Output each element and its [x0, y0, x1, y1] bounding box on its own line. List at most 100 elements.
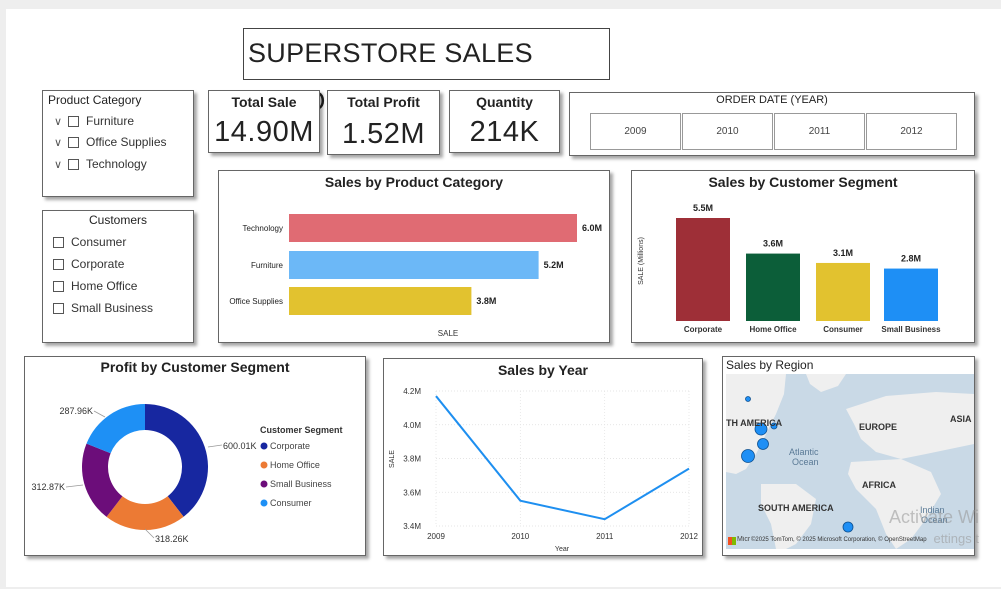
data-label: 3.1M [833, 248, 853, 258]
kpi-value: 14.90M [214, 116, 314, 148]
slicer-item-label: Consumer [71, 235, 127, 249]
greenland-landmass [806, 374, 846, 392]
data-label: 5.2M [544, 260, 564, 270]
slicer-item-office-supplies[interactable]: ∨ Office Supplies [54, 135, 167, 149]
region-bubble[interactable] [745, 396, 751, 402]
report-title: SUPERSTORE SALES REPORT [243, 28, 610, 116]
customers-slicer: Customers Consumer Corporate Home Office… [42, 210, 194, 343]
sales-line [435, 395, 690, 521]
y-axis-label: SALE [389, 450, 396, 468]
sales-by-customer-segment-chart: Sales by Customer Segment 5.5M Corporate 3… [631, 170, 975, 343]
leader-line [144, 528, 155, 539]
region-bubble[interactable] [842, 521, 854, 533]
data-label: 600.01K [223, 441, 257, 451]
africa-landmass [848, 459, 941, 549]
microsoft-logo-icon [728, 537, 736, 545]
chevron-down-icon[interactable]: ∨ [54, 136, 68, 149]
category-label: Consumer [823, 325, 863, 334]
legend-label: Corporate [270, 441, 310, 451]
map-label-atlantic: Atlantic [789, 447, 819, 457]
legend-marker-small-business [260, 480, 268, 488]
kpi-label: Total Profit [347, 94, 420, 110]
slicer-item-home-office[interactable]: Home Office [53, 279, 137, 293]
year-tile-2010[interactable]: 2010 [682, 113, 773, 150]
kpi-total-profit: Total Profit 1.52M [327, 90, 440, 155]
kpi-label: Total Sale [231, 94, 297, 110]
profit-by-customer-segment-chart: Profit by Customer Segment 600.01K 318.26… [24, 356, 366, 556]
activate-windows-watermark-line2: ettings t [933, 531, 979, 546]
checkbox[interactable] [53, 258, 64, 270]
donut-slice-corporate [145, 404, 208, 517]
sales-by-year-line-svg: 3.4M 3.6M 3.8M 4.0M 4.2M 2009 2010 2011 2012 Year… [389, 387, 698, 553]
slicer-item-label: Technology [86, 157, 147, 171]
year-tile-2009[interactable]: 2009 [590, 113, 681, 150]
kpi-value: 214K [469, 116, 540, 148]
checkbox[interactable] [53, 302, 64, 314]
map-attribution: ©2025 TomTom, © 2025 Microsoft Corporati… [751, 537, 927, 543]
legend-label: Consumer [270, 498, 312, 508]
year-tile-2011[interactable]: 2011 [774, 113, 865, 150]
slicer-item-label: Corporate [71, 257, 125, 271]
category-label: Home Office [749, 325, 797, 334]
y-tick-label: 3.4M [403, 522, 421, 531]
slicer-title: ORDER DATE (YEAR) [716, 94, 828, 106]
product-category-bar-svg: Technology 6.0M Furniture 5.2M Office Suppli… [229, 214, 602, 338]
data-label: 318.26K [155, 534, 189, 544]
checkbox[interactable] [68, 115, 79, 127]
kpi-quantity: Quantity 214K [449, 90, 560, 153]
slicer-item-label: Home Office [71, 279, 138, 293]
checkbox[interactable] [53, 280, 64, 292]
category-label: Corporate [684, 325, 723, 334]
data-label: 312.87K [31, 482, 65, 492]
slicer-item-label: Small Business [71, 301, 154, 315]
slicer-item-small-business[interactable]: Small Business [53, 301, 153, 315]
bar-furniture [289, 251, 539, 279]
sales-by-region-map: Sales by Region TH AMERICA EUROPE ASIA A… [722, 356, 979, 556]
x-tick-label: 2011 [596, 532, 614, 541]
bar-small-business [884, 268, 938, 321]
customer-segment-bar-svg: 5.5M Corporate 3.6M Home Office 3.1M Consumer… [638, 203, 941, 334]
x-axis-label: SALE [438, 329, 458, 338]
category-label: Office Supplies [229, 297, 283, 306]
x-tick-label: 2012 [680, 532, 698, 541]
checkbox[interactable] [68, 136, 79, 148]
region-bubble[interactable] [741, 449, 755, 463]
legend-marker-home-office [260, 461, 268, 469]
sales-by-year-chart: Sales by Year 3.4M 3.6M 3.8M 4.0M 4.2M 2009 20… [383, 358, 703, 556]
product-category-slicer: Product Category ∨ Furniture ∨ Office Su… [42, 90, 194, 197]
activate-windows-watermark: Activate Wi [888, 507, 979, 527]
map-label-ocean: Ocean [792, 457, 819, 467]
bar-consumer [816, 262, 870, 321]
sales-by-product-category-chart: Sales by Product Category Technology 6.0M… [218, 170, 610, 343]
data-label: 6.0M [582, 223, 602, 233]
region-bubble[interactable] [757, 438, 769, 450]
kpi-total-sale: Total Sale 14.90M [208, 90, 320, 153]
slicer-item-technology[interactable]: ∨ Technology [54, 157, 147, 171]
y-tick-label: 4.2M [403, 387, 421, 396]
checkbox[interactable] [53, 236, 64, 248]
bar-home-office [746, 253, 800, 321]
data-label: 3.8M [476, 296, 496, 306]
kpi-label: Quantity [476, 94, 533, 110]
map-label-asia: ASIA [950, 414, 972, 424]
map-label-africa: AFRICA [862, 480, 896, 490]
year-tile-2012[interactable]: 2012 [866, 113, 957, 150]
category-label: Furniture [251, 261, 284, 270]
checkbox[interactable] [68, 158, 79, 170]
data-label: 3.6M [763, 239, 783, 249]
map-label-south-america: SOUTH AMERICA [758, 503, 834, 513]
y-tick-label: 3.8M [403, 455, 421, 464]
chevron-down-icon[interactable]: ∨ [54, 115, 68, 128]
map-label-europe: EUROPE [859, 422, 898, 432]
slicer-item-corporate[interactable]: Corporate [53, 257, 124, 271]
legend-title: Customer Segment [260, 425, 343, 435]
chevron-down-icon[interactable]: ∨ [54, 158, 68, 171]
slicer-item-consumer[interactable]: Consumer [53, 235, 126, 249]
slicer-item-furniture[interactable]: ∨ Furniture [54, 114, 134, 128]
bar-technology [289, 214, 577, 242]
legend-label: Small Business [270, 479, 332, 489]
data-label: 287.96K [59, 406, 93, 416]
slicer-title: Customers [88, 213, 147, 227]
microsoft-logo-text: Microsoft [737, 536, 750, 543]
category-label: Small Business [881, 325, 941, 334]
